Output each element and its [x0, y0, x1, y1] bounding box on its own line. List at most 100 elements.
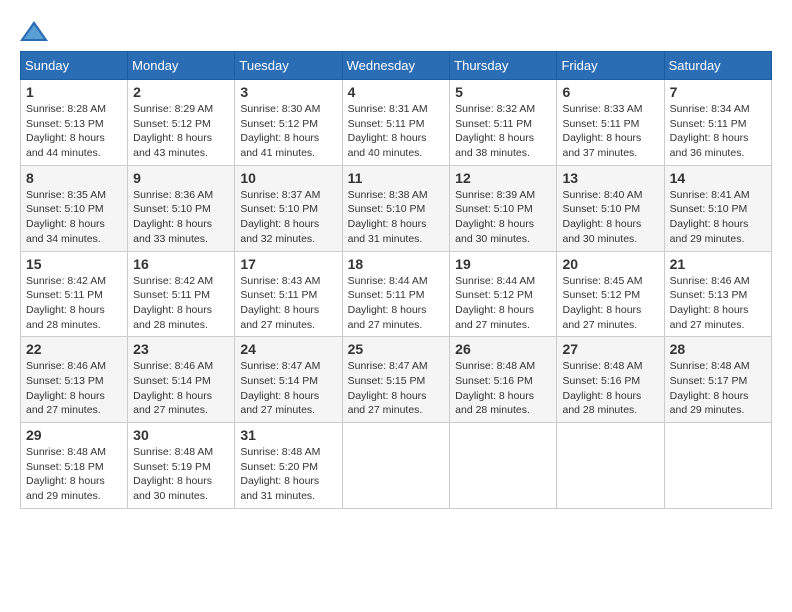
day-number: 29 — [26, 427, 122, 443]
day-number: 1 — [26, 84, 122, 100]
day-info: Sunrise: 8:46 AM Sunset: 5:14 PM Dayligh… — [133, 359, 229, 418]
day-number: 12 — [455, 170, 551, 186]
day-info: Sunrise: 8:43 AM Sunset: 5:11 PM Dayligh… — [240, 274, 336, 333]
day-number: 7 — [670, 84, 766, 100]
day-number: 6 — [562, 84, 658, 100]
calendar-cell — [342, 423, 450, 509]
calendar-cell: 3 Sunrise: 8:30 AM Sunset: 5:12 PM Daylig… — [235, 80, 342, 166]
day-info: Sunrise: 8:40 AM Sunset: 5:10 PM Dayligh… — [562, 188, 658, 247]
day-info: Sunrise: 8:38 AM Sunset: 5:10 PM Dayligh… — [348, 188, 445, 247]
day-number: 20 — [562, 256, 658, 272]
calendar-cell — [557, 423, 664, 509]
calendar-cell: 12 Sunrise: 8:39 AM Sunset: 5:10 PM Dayli… — [450, 165, 557, 251]
day-number: 2 — [133, 84, 229, 100]
day-info: Sunrise: 8:48 AM Sunset: 5:20 PM Dayligh… — [240, 445, 336, 504]
day-info: Sunrise: 8:42 AM Sunset: 5:11 PM Dayligh… — [26, 274, 122, 333]
calendar-week-row: 29 Sunrise: 8:48 AM Sunset: 5:18 PM Dayli… — [21, 423, 772, 509]
day-number: 8 — [26, 170, 122, 186]
calendar-cell — [664, 423, 771, 509]
day-info: Sunrise: 8:28 AM Sunset: 5:13 PM Dayligh… — [26, 102, 122, 161]
day-info: Sunrise: 8:41 AM Sunset: 5:10 PM Dayligh… — [670, 188, 766, 247]
day-number: 3 — [240, 84, 336, 100]
day-number: 19 — [455, 256, 551, 272]
logo — [20, 20, 52, 41]
calendar-cell: 6 Sunrise: 8:33 AM Sunset: 5:11 PM Daylig… — [557, 80, 664, 166]
day-info: Sunrise: 8:46 AM Sunset: 5:13 PM Dayligh… — [670, 274, 766, 333]
calendar-cell: 10 Sunrise: 8:37 AM Sunset: 5:10 PM Dayli… — [235, 165, 342, 251]
calendar-header-thursday: Thursday — [450, 52, 557, 80]
calendar-cell: 25 Sunrise: 8:47 AM Sunset: 5:15 PM Dayli… — [342, 337, 450, 423]
day-info: Sunrise: 8:44 AM Sunset: 5:12 PM Dayligh… — [455, 274, 551, 333]
calendar-cell: 4 Sunrise: 8:31 AM Sunset: 5:11 PM Daylig… — [342, 80, 450, 166]
day-info: Sunrise: 8:36 AM Sunset: 5:10 PM Dayligh… — [133, 188, 229, 247]
day-number: 22 — [26, 341, 122, 357]
day-number: 18 — [348, 256, 445, 272]
calendar-cell: 18 Sunrise: 8:44 AM Sunset: 5:11 PM Dayli… — [342, 251, 450, 337]
calendar-week-row: 15 Sunrise: 8:42 AM Sunset: 5:11 PM Dayli… — [21, 251, 772, 337]
day-info: Sunrise: 8:31 AM Sunset: 5:11 PM Dayligh… — [348, 102, 445, 161]
day-number: 21 — [670, 256, 766, 272]
day-number: 17 — [240, 256, 336, 272]
day-number: 5 — [455, 84, 551, 100]
calendar-cell: 22 Sunrise: 8:46 AM Sunset: 5:13 PM Dayli… — [21, 337, 128, 423]
day-number: 23 — [133, 341, 229, 357]
day-info: Sunrise: 8:35 AM Sunset: 5:10 PM Dayligh… — [26, 188, 122, 247]
day-info: Sunrise: 8:37 AM Sunset: 5:10 PM Dayligh… — [240, 188, 336, 247]
day-info: Sunrise: 8:39 AM Sunset: 5:10 PM Dayligh… — [455, 188, 551, 247]
day-number: 28 — [670, 341, 766, 357]
day-number: 4 — [348, 84, 445, 100]
calendar-cell: 16 Sunrise: 8:42 AM Sunset: 5:11 PM Dayli… — [128, 251, 235, 337]
calendar-cell: 31 Sunrise: 8:48 AM Sunset: 5:20 PM Dayli… — [235, 423, 342, 509]
day-number: 27 — [562, 341, 658, 357]
calendar-header-row: SundayMondayTuesdayWednesdayThursdayFrid… — [21, 52, 772, 80]
day-number: 30 — [133, 427, 229, 443]
day-info: Sunrise: 8:48 AM Sunset: 5:17 PM Dayligh… — [670, 359, 766, 418]
calendar-cell — [450, 423, 557, 509]
calendar-week-row: 1 Sunrise: 8:28 AM Sunset: 5:13 PM Daylig… — [21, 80, 772, 166]
day-number: 25 — [348, 341, 445, 357]
day-info: Sunrise: 8:44 AM Sunset: 5:11 PM Dayligh… — [348, 274, 445, 333]
calendar-cell: 8 Sunrise: 8:35 AM Sunset: 5:10 PM Daylig… — [21, 165, 128, 251]
day-number: 11 — [348, 170, 445, 186]
calendar-cell: 14 Sunrise: 8:41 AM Sunset: 5:10 PM Dayli… — [664, 165, 771, 251]
day-info: Sunrise: 8:48 AM Sunset: 5:18 PM Dayligh… — [26, 445, 122, 504]
calendar-cell: 7 Sunrise: 8:34 AM Sunset: 5:11 PM Daylig… — [664, 80, 771, 166]
day-info: Sunrise: 8:29 AM Sunset: 5:12 PM Dayligh… — [133, 102, 229, 161]
day-info: Sunrise: 8:45 AM Sunset: 5:12 PM Dayligh… — [562, 274, 658, 333]
calendar-week-row: 22 Sunrise: 8:46 AM Sunset: 5:13 PM Dayli… — [21, 337, 772, 423]
calendar-cell: 27 Sunrise: 8:48 AM Sunset: 5:16 PM Dayli… — [557, 337, 664, 423]
day-number: 10 — [240, 170, 336, 186]
calendar-header-monday: Monday — [128, 52, 235, 80]
day-info: Sunrise: 8:42 AM Sunset: 5:11 PM Dayligh… — [133, 274, 229, 333]
day-number: 15 — [26, 256, 122, 272]
calendar-cell: 23 Sunrise: 8:46 AM Sunset: 5:14 PM Dayli… — [128, 337, 235, 423]
calendar-header-sunday: Sunday — [21, 52, 128, 80]
calendar-header-tuesday: Tuesday — [235, 52, 342, 80]
calendar-cell: 2 Sunrise: 8:29 AM Sunset: 5:12 PM Daylig… — [128, 80, 235, 166]
calendar-week-row: 8 Sunrise: 8:35 AM Sunset: 5:10 PM Daylig… — [21, 165, 772, 251]
day-number: 31 — [240, 427, 336, 443]
calendar-cell: 11 Sunrise: 8:38 AM Sunset: 5:10 PM Dayli… — [342, 165, 450, 251]
calendar-cell: 13 Sunrise: 8:40 AM Sunset: 5:10 PM Dayli… — [557, 165, 664, 251]
day-number: 16 — [133, 256, 229, 272]
day-number: 24 — [240, 341, 336, 357]
calendar-cell: 29 Sunrise: 8:48 AM Sunset: 5:18 PM Dayli… — [21, 423, 128, 509]
day-info: Sunrise: 8:32 AM Sunset: 5:11 PM Dayligh… — [455, 102, 551, 161]
day-number: 26 — [455, 341, 551, 357]
day-info: Sunrise: 8:48 AM Sunset: 5:16 PM Dayligh… — [455, 359, 551, 418]
day-number: 13 — [562, 170, 658, 186]
calendar-cell: 30Sunrise: 8:48 AM Sunset: 5:19 PM Dayli… — [128, 423, 235, 509]
calendar-cell: 20 Sunrise: 8:45 AM Sunset: 5:12 PM Dayli… — [557, 251, 664, 337]
day-info: Sunrise: 8:30 AM Sunset: 5:12 PM Dayligh… — [240, 102, 336, 161]
day-number: 14 — [670, 170, 766, 186]
day-info: Sunrise: 8:34 AM Sunset: 5:11 PM Dayligh… — [670, 102, 766, 161]
calendar-cell: 19 Sunrise: 8:44 AM Sunset: 5:12 PM Dayli… — [450, 251, 557, 337]
day-info: Sunrise: 8:46 AM Sunset: 5:13 PM Dayligh… — [26, 359, 122, 418]
day-info: Sunrise: 8:48 AM Sunset: 5:16 PM Dayligh… — [562, 359, 658, 418]
calendar-header-friday: Friday — [557, 52, 664, 80]
day-info: Sunrise: 8:47 AM Sunset: 5:15 PM Dayligh… — [348, 359, 445, 418]
calendar-cell: 24Sunrise: 8:47 AM Sunset: 5:14 PM Dayli… — [235, 337, 342, 423]
calendar-cell: 5 Sunrise: 8:32 AM Sunset: 5:11 PM Daylig… — [450, 80, 557, 166]
day-info: Sunrise: 8:33 AM Sunset: 5:11 PM Dayligh… — [562, 102, 658, 161]
calendar-header-wednesday: Wednesday — [342, 52, 450, 80]
